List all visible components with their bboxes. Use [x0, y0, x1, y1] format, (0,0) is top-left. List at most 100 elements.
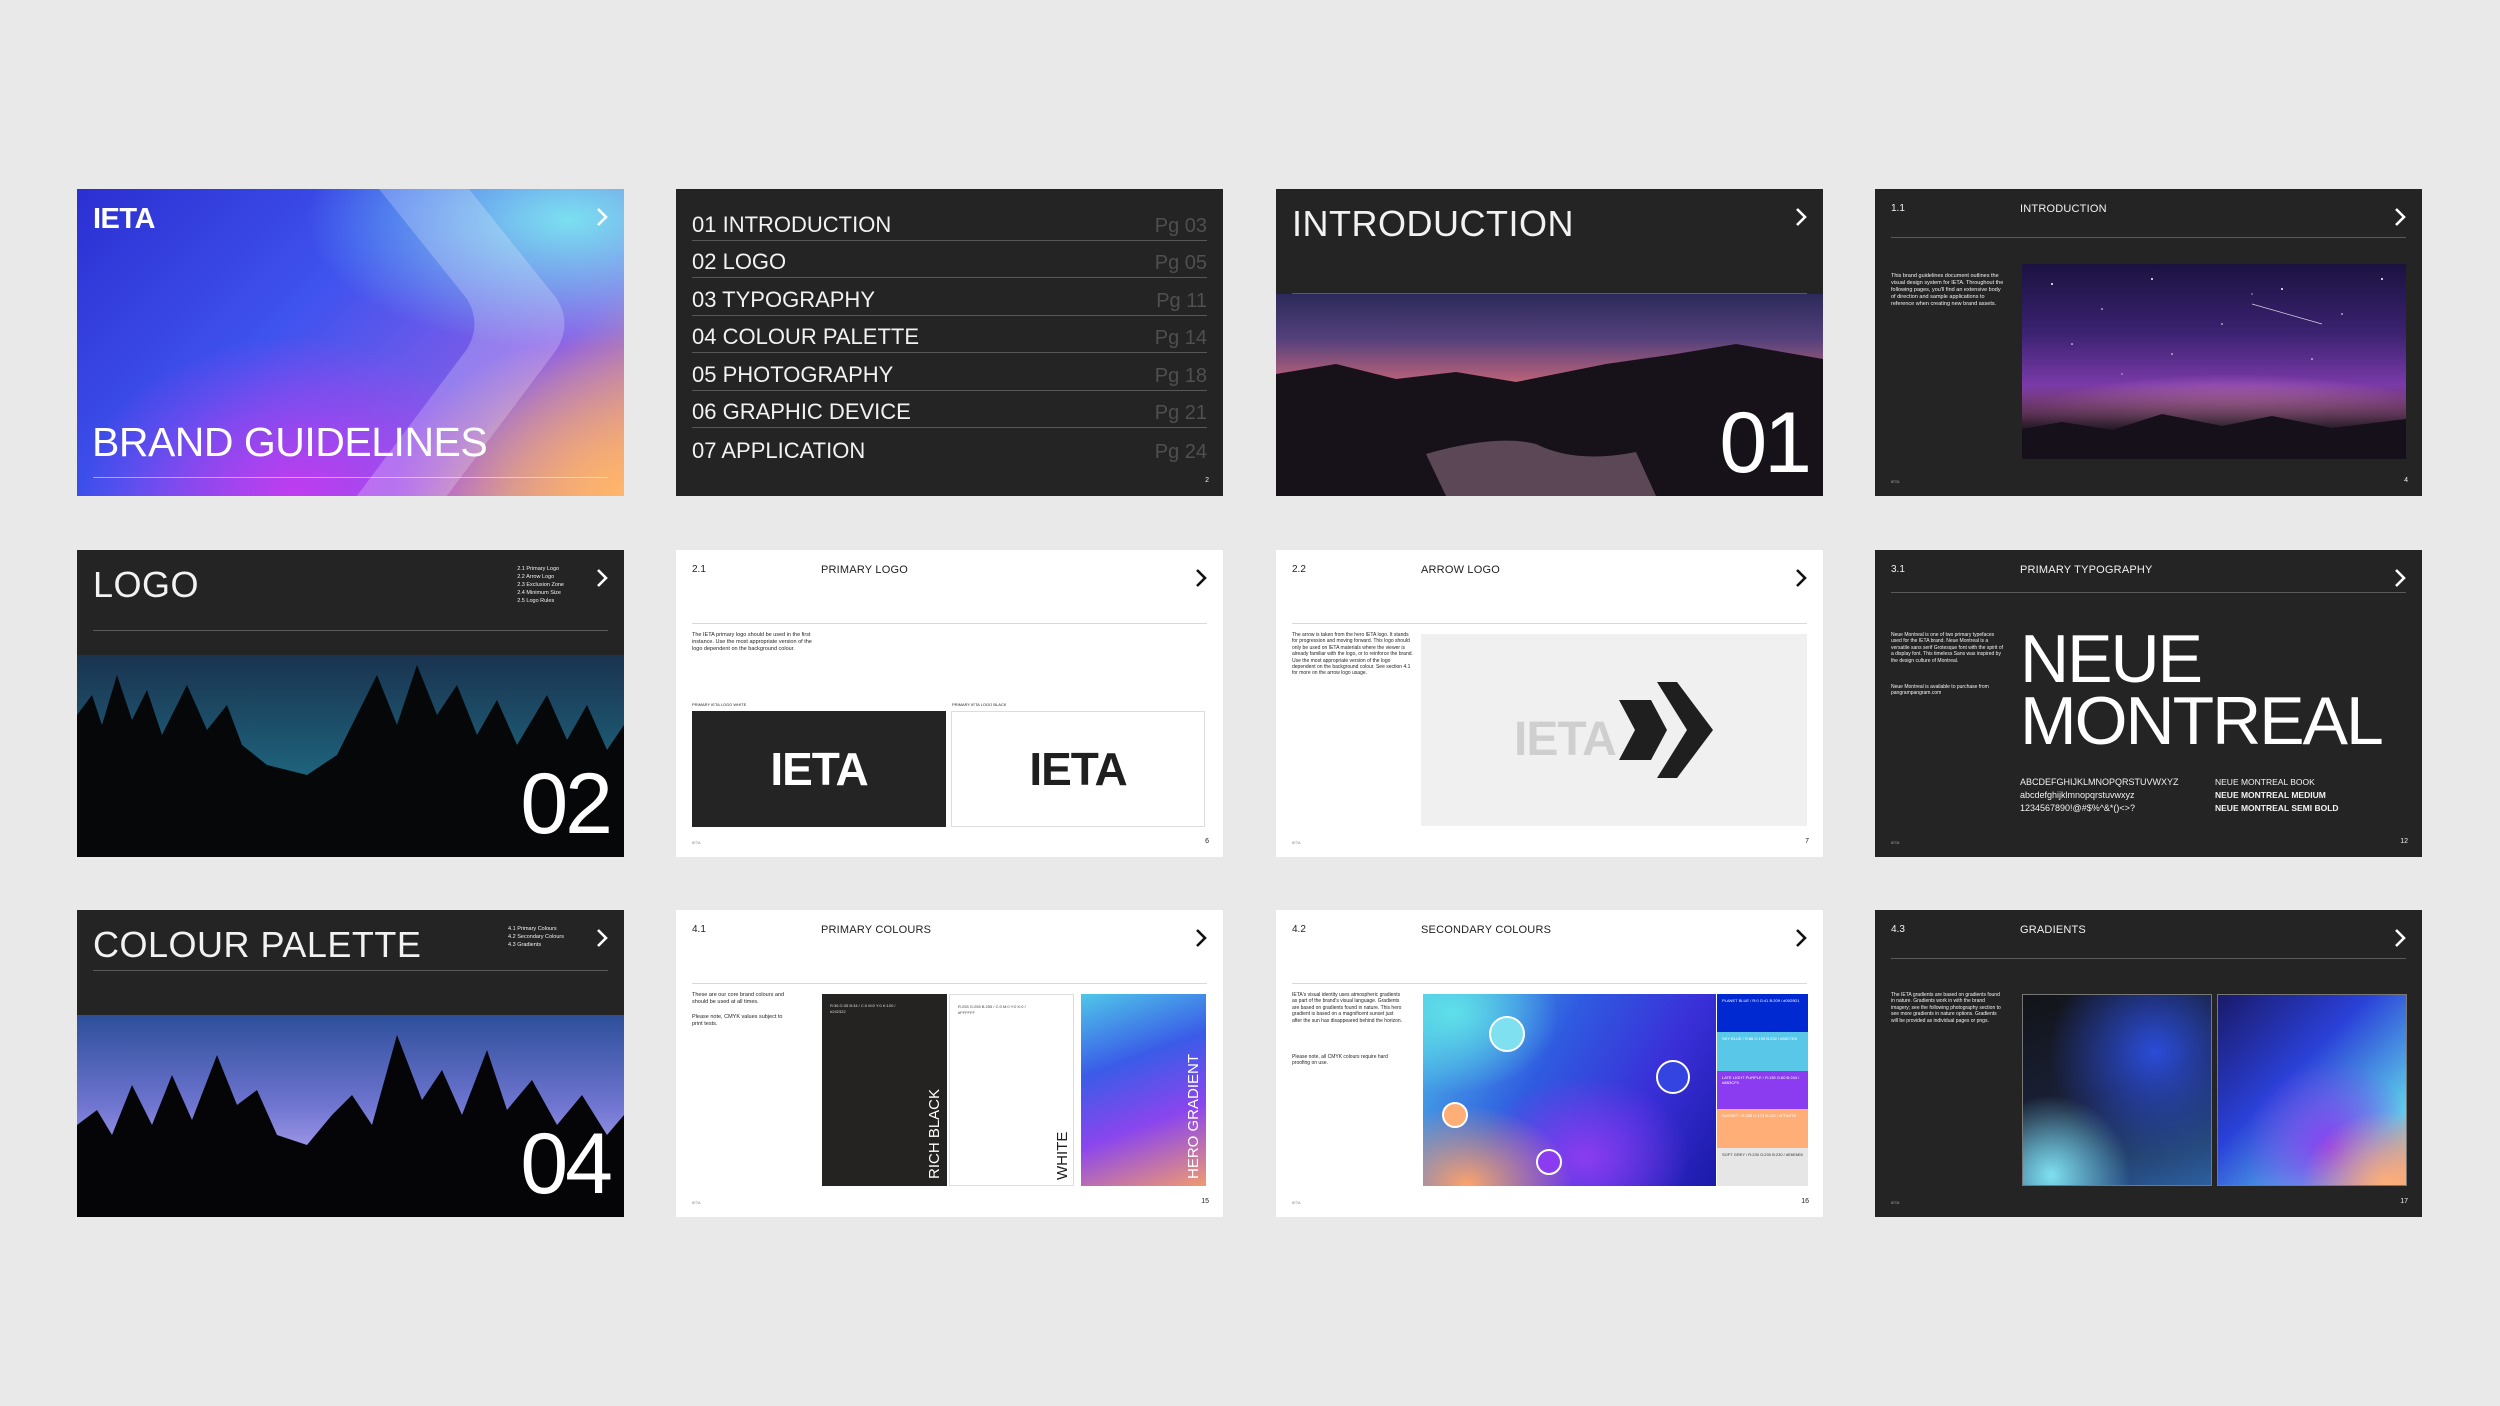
- next-arrow-icon[interactable]: [1795, 207, 1807, 227]
- section-title: PRIMARY LOGO: [821, 564, 908, 576]
- next-arrow-icon[interactable]: [596, 207, 608, 227]
- footer-text: IETA: [692, 840, 701, 845]
- next-arrow-icon[interactable]: [1795, 928, 1807, 948]
- swatch-label: RICH BLACK: [926, 1088, 943, 1179]
- next-arrow-icon[interactable]: [1795, 568, 1807, 588]
- slide-typography[interactable]: 3.1 PRIMARY TYPOGRAPHY Neue Montreal is …: [1875, 550, 2422, 857]
- section-number: 4.3: [1891, 924, 1905, 935]
- colour-dot: [1442, 1102, 1468, 1128]
- section-number: 4.2: [1292, 924, 1306, 935]
- footer-text: IETA: [1891, 479, 1900, 484]
- section-title: SECONDARY COLOURS: [1421, 924, 1552, 936]
- next-arrow-icon[interactable]: [2394, 207, 2406, 227]
- page-number: 6: [1205, 838, 1209, 845]
- section-title: INTRODUCTION: [2020, 203, 2107, 215]
- footer-text: IETA: [1891, 1200, 1900, 1205]
- footer-text: IETA: [1891, 840, 1900, 845]
- divider: [93, 970, 608, 971]
- divider: [1292, 983, 1807, 984]
- body-text-2: Please note, CMYK values subject to prin…: [692, 1014, 783, 1027]
- cover-title: BRAND GUIDELINES: [92, 419, 488, 465]
- toc-item[interactable]: 05 PHOTOGRAPHY Pg 18: [692, 353, 1207, 391]
- menu-item[interactable]: 2.1 Primary Logo: [517, 565, 564, 573]
- next-arrow-icon[interactable]: [1195, 928, 1207, 948]
- slide-logo-divider[interactable]: LOGO 2.1 Primary Logo 2.2 Arrow Logo 2.3…: [77, 550, 624, 857]
- slide-introduction[interactable]: 1.1 INTRODUCTION This brand guidelines d…: [1875, 189, 2422, 496]
- swatch-white[interactable]: R:255 G:255 B:255 / C:0 M:0 Y:0 K:0 / #F…: [949, 994, 1074, 1186]
- cover-logo: IETA: [93, 203, 155, 235]
- swatch-soft-grey[interactable]: SOFT GREY / R:230 G:230 B:230 / #E6E6E6: [1717, 1147, 1808, 1187]
- swatch-sky-blue[interactable]: SKY BLUE / R:88 G:199 B:232 / #58C7E8: [1717, 1032, 1808, 1071]
- slide-secondary-colours[interactable]: 4.2 SECONDARY COLOURS IETA's visual iden…: [1276, 910, 1823, 1217]
- body-text: The arrow is taken from the hero IETA lo…: [1292, 632, 1413, 677]
- slide-introduction-divider[interactable]: INTRODUCTION 01: [1276, 189, 1823, 496]
- menu-item[interactable]: 4.2 Secondary Colours: [508, 933, 564, 941]
- section-number: 4.1: [692, 924, 706, 935]
- section-number: 01: [1719, 395, 1812, 491]
- alphabet-specimen: ABCDEFGHIJKLMNOPQRSTUVWXYZ abcdefghijklm…: [2020, 777, 2179, 813]
- divider: [692, 983, 1207, 984]
- body-text: This brand guidelines document outlines …: [1891, 273, 2004, 307]
- gradient-sample-2[interactable]: [2217, 994, 2407, 1186]
- section-number: 2.2: [1292, 564, 1306, 575]
- divider: [692, 623, 1207, 624]
- menu-item[interactable]: 4.3 Gradients: [508, 941, 564, 949]
- colour-dot: [1536, 1149, 1562, 1175]
- starry-sky-photo: [2022, 264, 2406, 459]
- slide-cover[interactable]: IETA BRAND GUIDELINES: [77, 189, 624, 496]
- swatch-label: WHITE: [1054, 1131, 1071, 1180]
- section-title: PRIMARY TYPOGRAPHY: [2020, 564, 2153, 576]
- colour-dot: [1656, 1060, 1690, 1094]
- font-weights: NEUE MONTREAL BOOK NEUE MONTREAL MEDIUM …: [2215, 777, 2339, 813]
- section-number: 04: [520, 1116, 613, 1212]
- swatch-rich-black[interactable]: R:36 G:35 B:34 / C:0 M:0 Y:0 K:100 / #24…: [822, 994, 947, 1186]
- slide-gradients[interactable]: 4.3 GRADIENTS The IETA gradients are bas…: [1875, 910, 2422, 1217]
- logo-label-white: PRIMARY IETA LOGO WHITE: [692, 702, 747, 707]
- colour-dot: [1489, 1016, 1525, 1052]
- divider: [1891, 958, 2406, 959]
- swatch-planet-blue[interactable]: PLANET BLUE / R:0 G:41 B:209 / #0029D1: [1717, 994, 1808, 1033]
- next-arrow-icon[interactable]: [2394, 568, 2406, 588]
- section-number: 1.1: [1891, 203, 1905, 214]
- page-number: 4: [2404, 477, 2408, 484]
- next-arrow-icon[interactable]: [1195, 568, 1207, 588]
- section-number: 3.1: [1891, 564, 1905, 575]
- next-arrow-icon[interactable]: [596, 568, 608, 588]
- section-title: ARROW LOGO: [1421, 564, 1501, 576]
- menu-item[interactable]: 2.2 Arrow Logo: [517, 573, 564, 581]
- slide-primary-colours[interactable]: 4.1 PRIMARY COLOURS These are our core b…: [676, 910, 1223, 1217]
- page-number: 15: [1201, 1198, 1209, 1205]
- section-title: PRIMARY COLOURS: [821, 924, 932, 936]
- gradient-sample-1[interactable]: [2022, 994, 2212, 1186]
- swatch-hero-gradient[interactable]: HERO GRADIENT: [1081, 994, 1206, 1186]
- logo-black-on-white: IETA: [951, 711, 1205, 827]
- toc-item[interactable]: 04 COLOUR PALETTE Pg 14: [692, 316, 1207, 353]
- toc-item[interactable]: 03 TYPOGRAPHY Pg 11: [692, 278, 1207, 316]
- swatch-late-light-purple[interactable]: LATE LIGHT PURPLE / R:139 G:60 B:240 / #…: [1717, 1070, 1808, 1110]
- menu-item[interactable]: 4.1 Primary Colours: [508, 925, 564, 933]
- next-arrow-icon[interactable]: [2394, 928, 2406, 948]
- slide-colour-palette-divider[interactable]: COLOUR PALETTE 4.1 Primary Colours 4.2 S…: [77, 910, 624, 1217]
- section-menu: 4.1 Primary Colours 4.2 Secondary Colour…: [508, 925, 564, 949]
- swatch-sunset[interactable]: SUNSET / R:255 G:174 B:120 / #FFAE78: [1717, 1109, 1808, 1148]
- toc-item[interactable]: 02 LOGO Pg 05: [692, 241, 1207, 278]
- arrow-logo-mark: [1619, 682, 1713, 778]
- slide-arrow-logo[interactable]: 2.2 ARROW LOGO The arrow is taken from t…: [1276, 550, 1823, 857]
- menu-item[interactable]: 2.3 Exclusion Zone: [517, 581, 564, 589]
- toc-item[interactable]: 01 INTRODUCTION Pg 03: [692, 203, 1207, 241]
- menu-item[interactable]: 2.4 Minimum Size: [517, 589, 564, 597]
- starfield: [2022, 278, 2406, 459]
- toc-item[interactable]: 07 APPLICATION Pg 24: [692, 428, 1207, 466]
- body-text-2: Please note, all CMYK colours require ha…: [1292, 1054, 1388, 1067]
- slide-contents[interactable]: 01 INTRODUCTION Pg 03 02 LOGO Pg 05 03 TYP…: [676, 189, 1223, 496]
- swatch-label: HERO GRADIENT: [1185, 1053, 1202, 1179]
- body-text: These are our core brand colours and sho…: [692, 992, 785, 1005]
- footer-text: IETA: [1292, 840, 1301, 845]
- menu-item[interactable]: 2.5 Logo Rules: [517, 597, 564, 605]
- next-arrow-icon[interactable]: [596, 928, 608, 948]
- slide-primary-logo[interactable]: 2.1 PRIMARY LOGO The IETA primary logo s…: [676, 550, 1223, 857]
- toc-item[interactable]: 06 GRAPHIC DEVICE Pg 21: [692, 391, 1207, 428]
- table-of-contents: 01 INTRODUCTION Pg 03 02 LOGO Pg 05 03 TYP…: [692, 203, 1207, 466]
- section-number: 2.1: [692, 564, 706, 575]
- divider: [1891, 237, 2406, 238]
